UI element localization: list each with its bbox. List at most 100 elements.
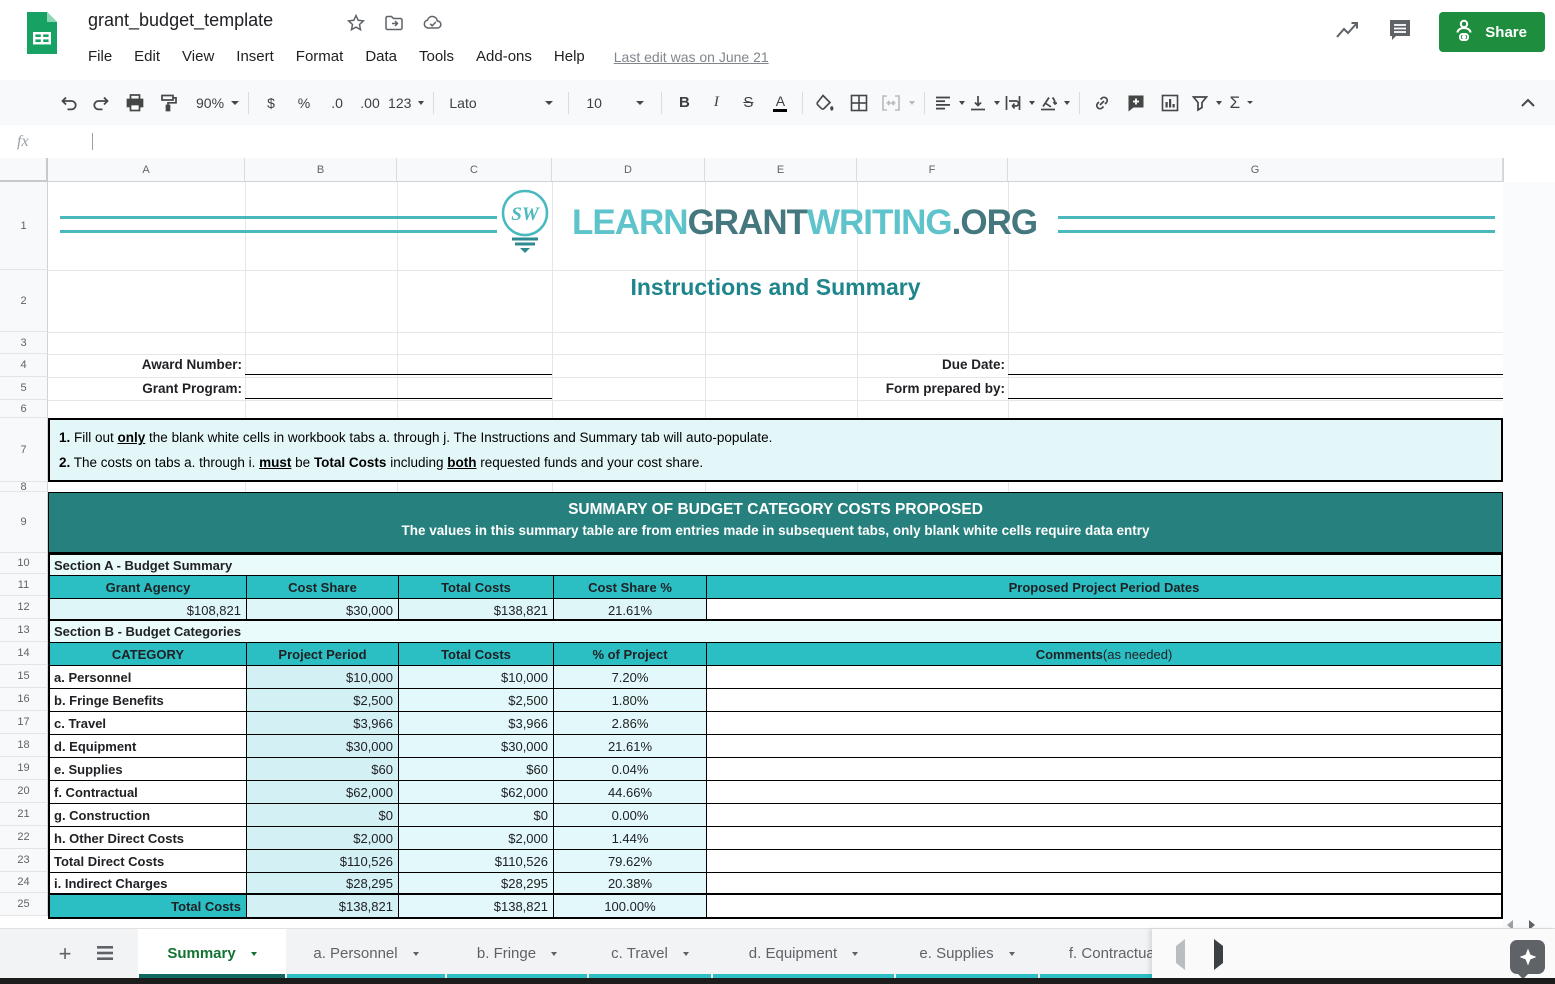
pct-of-project-value[interactable]: 44.66%: [554, 781, 707, 803]
row-header-21[interactable]: 21: [0, 803, 48, 826]
category-label[interactable]: c. Travel: [50, 712, 247, 734]
total-costs-value[interactable]: $110,526: [399, 850, 554, 872]
award-number-input[interactable]: [245, 374, 552, 375]
all-sheets-menu-button[interactable]: [94, 942, 116, 969]
collapse-toolbar-button[interactable]: [1515, 88, 1541, 118]
add-sheet-button[interactable]: +: [50, 939, 80, 969]
menu-view[interactable]: View: [171, 44, 225, 69]
header-pct-of-project[interactable]: % of Project: [554, 643, 707, 665]
project-period-value[interactable]: $62,000: [247, 781, 399, 803]
print-button[interactable]: [122, 88, 148, 118]
header-cost-share[interactable]: Cost Share: [247, 576, 399, 598]
menu-format[interactable]: Format: [285, 44, 355, 69]
horizontal-align-button[interactable]: [934, 88, 965, 118]
pct-of-project-value[interactable]: 2.86%: [554, 712, 707, 734]
tab-scroll-right-icon[interactable]: [1214, 946, 1223, 964]
row-header-14[interactable]: 14: [0, 642, 48, 665]
insert-chart-button[interactable]: [1157, 88, 1183, 118]
total-costs-value[interactable]: $62,000: [399, 781, 554, 803]
tab-scroll-left-icon[interactable]: [1176, 946, 1185, 964]
project-period-value[interactable]: $3,966: [247, 712, 399, 734]
text-rotation-button[interactable]: [1039, 88, 1070, 118]
explore-button[interactable]: [1510, 940, 1545, 974]
column-header-E[interactable]: E: [705, 158, 857, 182]
tab-e-supplies[interactable]: e. Supplies: [895, 929, 1039, 978]
award-number-label[interactable]: Award Number:: [48, 357, 242, 372]
menu-tools[interactable]: Tools: [408, 44, 465, 69]
category-label[interactable]: h. Other Direct Costs: [50, 827, 247, 849]
italic-button[interactable]: I: [703, 88, 729, 118]
due-date-input[interactable]: [1008, 374, 1503, 375]
font-select[interactable]: Lato: [443, 88, 559, 118]
pct-of-project-value[interactable]: 0.00%: [554, 804, 707, 826]
project-period-value[interactable]: $28,295: [247, 873, 399, 893]
menu-add-ons[interactable]: Add-ons: [465, 44, 543, 69]
column-header-A[interactable]: A: [48, 158, 245, 182]
tab-summary[interactable]: Summary: [138, 929, 286, 978]
comment-history-icon[interactable]: [1387, 17, 1413, 48]
project-period-value[interactable]: $10,000: [247, 666, 399, 688]
row-header-1[interactable]: 1: [0, 182, 48, 270]
tab-b-fringe[interactable]: b. Fringe: [446, 929, 588, 978]
row-header-20[interactable]: 20: [0, 780, 48, 803]
insert-link-button[interactable]: [1089, 88, 1115, 118]
pct-of-project-value[interactable]: 7.20%: [554, 666, 707, 688]
total-costs-value[interactable]: $3,966: [399, 712, 554, 734]
total-costs-value[interactable]: $0: [399, 804, 554, 826]
column-header-G[interactable]: G: [1008, 158, 1503, 182]
functions-button[interactable]: Σ: [1228, 88, 1254, 118]
total-costs-value[interactable]: $2,500: [399, 689, 554, 711]
comment-cell[interactable]: [707, 827, 1501, 849]
total-costs-value[interactable]: $28,295: [399, 873, 554, 893]
star-icon[interactable]: [346, 13, 366, 38]
bold-button[interactable]: B: [671, 88, 697, 118]
vertical-align-button[interactable]: [969, 88, 1000, 118]
section-a-label[interactable]: Section A - Budget Summary: [50, 555, 1501, 576]
insert-comment-button[interactable]: [1123, 88, 1149, 118]
formula-input[interactable]: [92, 133, 93, 150]
fill-color-button[interactable]: [812, 88, 838, 118]
category-label[interactable]: Total Direct Costs: [50, 850, 247, 872]
row-header-3[interactable]: 3: [0, 332, 48, 354]
merge-cells-button[interactable]: [880, 88, 915, 118]
document-title[interactable]: grant_budget_template: [88, 10, 273, 31]
total-costs-value[interactable]: $30,000: [399, 735, 554, 757]
row-header-13[interactable]: 13: [0, 619, 48, 642]
header-project-period[interactable]: Project Period: [247, 643, 399, 665]
row-header-6[interactable]: 6: [0, 400, 48, 418]
row-header-22[interactable]: 22: [0, 826, 48, 849]
number-format-button[interactable]: 123: [388, 88, 424, 118]
text-wrap-button[interactable]: [1004, 88, 1035, 118]
category-label[interactable]: e. Supplies: [50, 758, 247, 780]
pct-of-project-value[interactable]: 1.80%: [554, 689, 707, 711]
menu-file[interactable]: File: [88, 44, 123, 69]
instructions-box[interactable]: 1. Fill out only the blank white cells i…: [48, 418, 1503, 482]
form-prepared-by-input[interactable]: [1008, 398, 1503, 399]
header-cost-share-pct[interactable]: Cost Share %: [554, 576, 707, 598]
row-header-5[interactable]: 5: [0, 377, 48, 400]
project-period-value[interactable]: $30,000: [247, 735, 399, 757]
header-comments[interactable]: Comments (as needed): [707, 643, 1501, 665]
last-edit-link[interactable]: Last edit was on June 21: [614, 49, 769, 65]
due-date-label[interactable]: Due Date:: [805, 357, 1005, 372]
project-period-value[interactable]: $2,000: [247, 827, 399, 849]
row-header-24[interactable]: 24: [0, 872, 48, 893]
total-costs-value[interactable]: $60: [399, 758, 554, 780]
column-header-F[interactable]: F: [857, 158, 1008, 182]
redo-button[interactable]: [88, 88, 114, 118]
menu-edit[interactable]: Edit: [123, 44, 171, 69]
row-header-17[interactable]: 17: [0, 711, 48, 734]
zoom-select[interactable]: 90%: [196, 88, 239, 118]
form-prepared-by-label[interactable]: Form prepared by:: [805, 381, 1005, 396]
row-header-10[interactable]: 10: [0, 553, 48, 574]
project-period-value[interactable]: $138,821: [247, 895, 399, 917]
header-proposed-dates[interactable]: Proposed Project Period Dates: [707, 576, 1501, 598]
row-header-7[interactable]: 7: [0, 418, 48, 482]
pct-of-project-value[interactable]: 100.00%: [554, 895, 707, 917]
comment-cell[interactable]: [707, 735, 1501, 757]
version-history-icon[interactable]: [1335, 19, 1361, 46]
format-currency-button[interactable]: $: [258, 88, 284, 118]
scroll-left-icon[interactable]: [1507, 920, 1513, 928]
menu-help[interactable]: Help: [543, 44, 596, 69]
row-header-18[interactable]: 18: [0, 734, 48, 757]
